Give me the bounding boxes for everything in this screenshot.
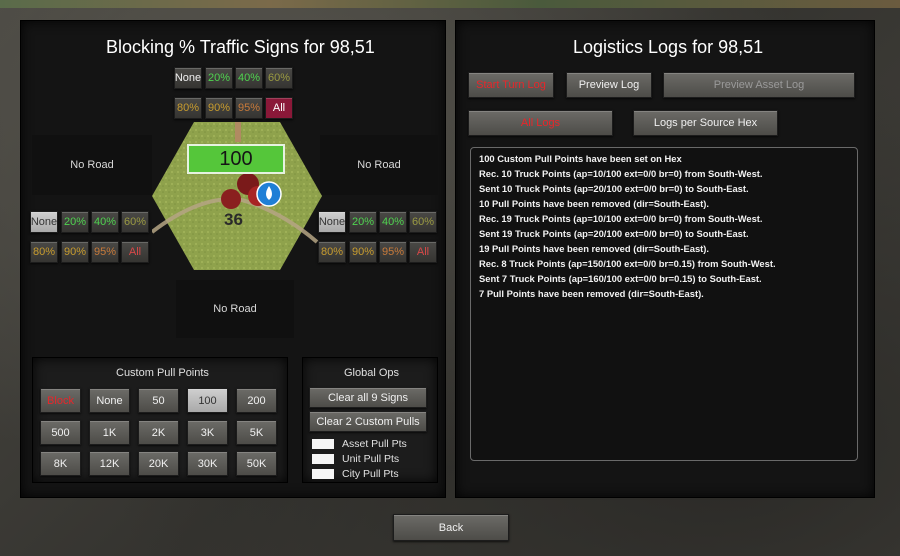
right-sign-20[interactable]: 20% [349,211,377,233]
log-line: Rec. 10 Truck Points (ap=10/100 ext=0/0 … [479,168,763,179]
right-sign-90[interactable]: 90% [349,241,377,263]
left-sign-none[interactable]: None [30,211,58,233]
log-line: Sent 7 Truck Points (ap=160/100 ext=0/0 … [479,273,762,284]
log-line: Sent 10 Truck Points (ap=20/100 ext=0/0 … [479,183,749,194]
start-turn-log-button[interactable]: Start Turn Log [468,72,554,98]
no-road-bottom: No Road [176,280,294,338]
top-sign-40[interactable]: 40% [235,67,263,89]
log-line: Rec. 8 Truck Points (ap=150/100 ext=0/0 … [479,258,776,269]
global-ops-title: Global Ops [344,367,400,379]
pull-100-button[interactable]: 100 [187,388,228,413]
left-sign-all[interactable]: All [121,241,149,263]
asset-pull-label: Asset Pull Pts [342,438,407,450]
log-line: 7 Pull Points have been removed (dir=Sou… [479,288,704,299]
pull-3k-button[interactable]: 3K [187,420,228,445]
hex-pull-value: 100 [187,144,285,174]
city-pull-label: City Pull Pts [342,468,399,480]
preview-log-button[interactable]: Preview Log [566,72,652,98]
no-road-left: No Road [32,135,152,195]
pull-20k-button[interactable]: 20K [138,451,179,476]
pull-30k-button[interactable]: 30K [187,451,228,476]
top-sign-90[interactable]: 90% [205,97,233,119]
logs-per-source-button[interactable]: Logs per Source Hex [633,110,778,136]
city-pull-swatch [312,469,334,479]
top-sign-20[interactable]: 20% [205,67,233,89]
unit-pull-swatch [312,454,334,464]
unit-pull-label: Unit Pull Pts [342,453,400,465]
top-sign-80[interactable]: 80% [174,97,202,119]
clear-signs-button[interactable]: Clear all 9 Signs [309,387,427,408]
top-sign-60[interactable]: 60% [265,67,293,89]
top-sign-none[interactable]: None [174,67,202,89]
pull-block-button[interactable]: Block [40,388,81,413]
right-sign-none[interactable]: None [318,211,346,233]
left-sign-80[interactable]: 80% [30,241,58,263]
back-button[interactable]: Back [393,514,509,541]
pull-5k-button[interactable]: 5K [236,420,277,445]
left-sign-95[interactable]: 95% [91,241,119,263]
clear-pulls-button[interactable]: Clear 2 Custom Pulls [309,411,427,432]
left-sign-20[interactable]: 20% [61,211,89,233]
left-sign-40[interactable]: 40% [91,211,119,233]
traffic-signs-title: Blocking % Traffic Signs for 98,51 [106,37,375,57]
custom-pull-title: Custom Pull Points [116,367,209,379]
top-sign-95[interactable]: 95% [235,97,263,119]
log-line: 10 Pull Points have been removed (dir=So… [479,198,710,209]
right-sign-60[interactable]: 60% [409,211,437,233]
all-logs-button[interactable]: All Logs [468,110,613,136]
pull-none-button[interactable]: None [89,388,130,413]
log-line: 19 Pull Points have been removed (dir=So… [479,243,710,254]
pull-500-button[interactable]: 500 [40,420,81,445]
right-sign-80[interactable]: 80% [318,241,346,263]
no-road-right: No Road [320,135,438,195]
logistics-logs-title: Logistics Logs for 98,51 [573,37,764,57]
log-line: Sent 19 Truck Points (ap=20/100 ext=0/0 … [479,228,749,239]
pull-12k-button[interactable]: 12K [89,451,130,476]
preview-asset-log-button[interactable]: Preview Asset Log [663,72,855,98]
right-sign-95[interactable]: 95% [379,241,407,263]
left-sign-60[interactable]: 60% [121,211,149,233]
pull-2k-button[interactable]: 2K [138,420,179,445]
pull-50-button[interactable]: 50 [138,388,179,413]
top-sign-all[interactable]: All [265,97,293,119]
pull-8k-button[interactable]: 8K [40,451,81,476]
pull-1k-button[interactable]: 1K [89,420,130,445]
asset-pull-swatch [312,439,334,449]
right-sign-40[interactable]: 40% [379,211,407,233]
left-sign-90[interactable]: 90% [61,241,89,263]
pull-200-button[interactable]: 200 [236,388,277,413]
hex-unit-count: 36 [224,210,243,229]
log-line: Rec. 19 Truck Points (ap=10/100 ext=0/0 … [479,213,763,224]
right-sign-all[interactable]: All [409,241,437,263]
log-line: 100 Custom Pull Points have been set on … [479,153,682,164]
hex-pull-value-text: 100 [219,147,253,170]
hex-tile: 100 36 [150,122,322,270]
pull-50k-button[interactable]: 50K [236,451,277,476]
map-strip [0,0,900,8]
log-textarea[interactable]: 100 Custom Pull Points have been set on … [470,147,858,461]
